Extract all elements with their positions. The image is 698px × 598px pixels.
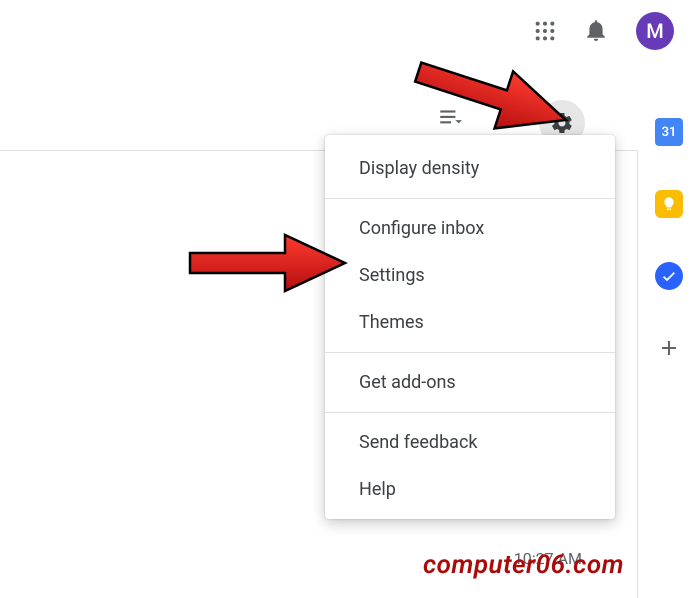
avatar[interactable]: M	[636, 12, 674, 50]
add-addon-icon[interactable]	[655, 334, 683, 362]
menu-item-help[interactable]: Help	[325, 466, 615, 513]
notifications-icon[interactable]	[584, 19, 608, 43]
annotation-arrow	[185, 225, 355, 305]
annotation-arrow	[408, 55, 578, 145]
menu-item-addons[interactable]: Get add-ons	[325, 359, 615, 406]
tasks-icon[interactable]	[655, 262, 683, 290]
side-panel: 31	[645, 118, 693, 362]
menu-item-display-density[interactable]: Display density	[325, 145, 615, 192]
menu-item-themes[interactable]: Themes	[325, 299, 615, 346]
menu-item-configure-inbox[interactable]: Configure inbox	[325, 205, 615, 252]
watermark: computer06.com	[423, 550, 624, 580]
side-divider	[637, 150, 638, 598]
calendar-icon[interactable]: 31	[655, 118, 683, 146]
calendar-day: 31	[662, 125, 677, 140]
settings-menu: Display density Configure inbox Settings…	[325, 135, 615, 519]
menu-item-settings[interactable]: Settings	[325, 252, 615, 299]
menu-separator	[325, 198, 615, 199]
keep-icon[interactable]	[655, 190, 683, 218]
apps-icon[interactable]	[534, 20, 556, 42]
menu-separator	[325, 412, 615, 413]
avatar-initial: M	[646, 19, 664, 43]
topbar: M	[534, 12, 674, 50]
menu-separator	[325, 352, 615, 353]
menu-item-feedback[interactable]: Send feedback	[325, 419, 615, 466]
